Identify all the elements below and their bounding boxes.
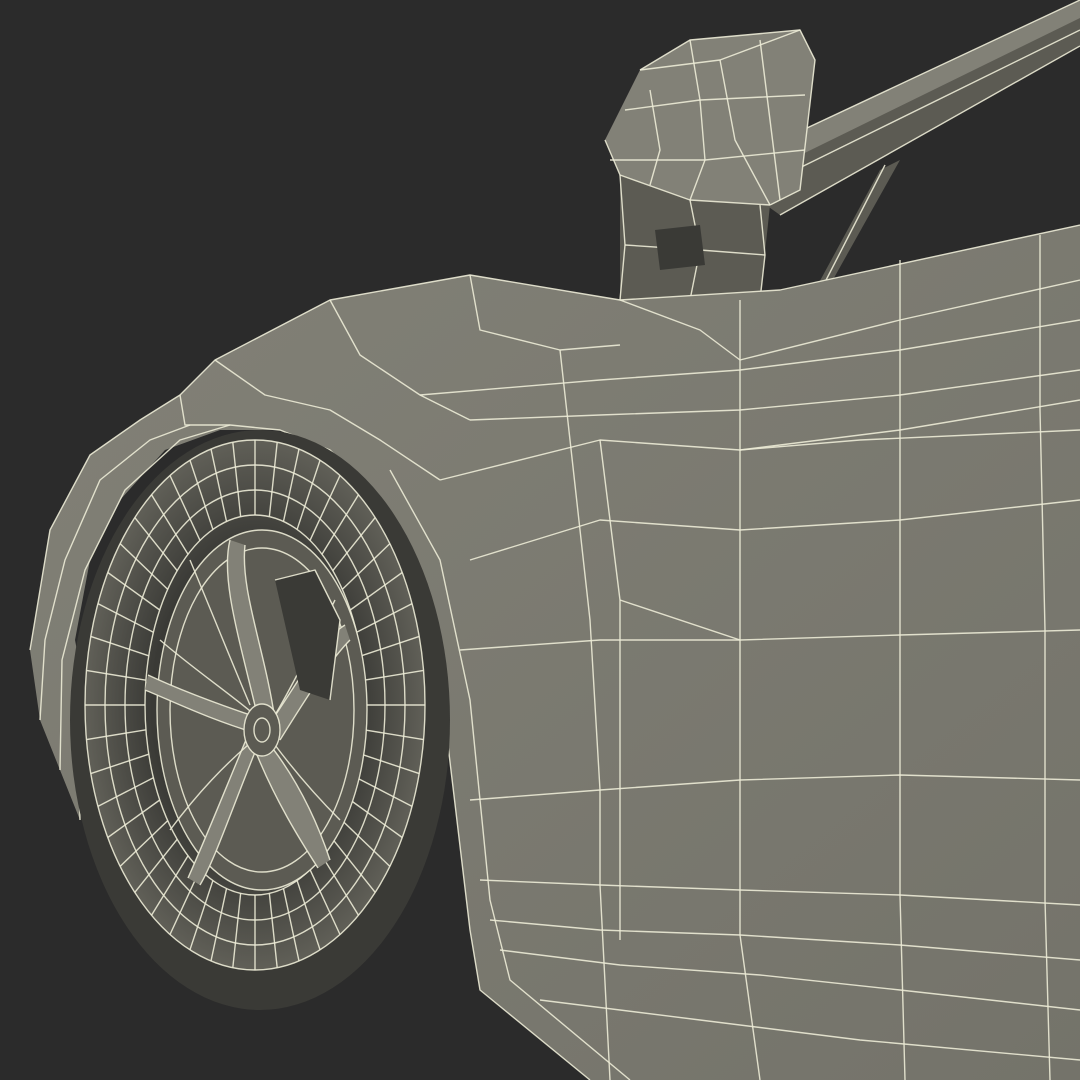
front-wheel xyxy=(70,430,450,1010)
wireframe-render xyxy=(0,0,1080,1080)
